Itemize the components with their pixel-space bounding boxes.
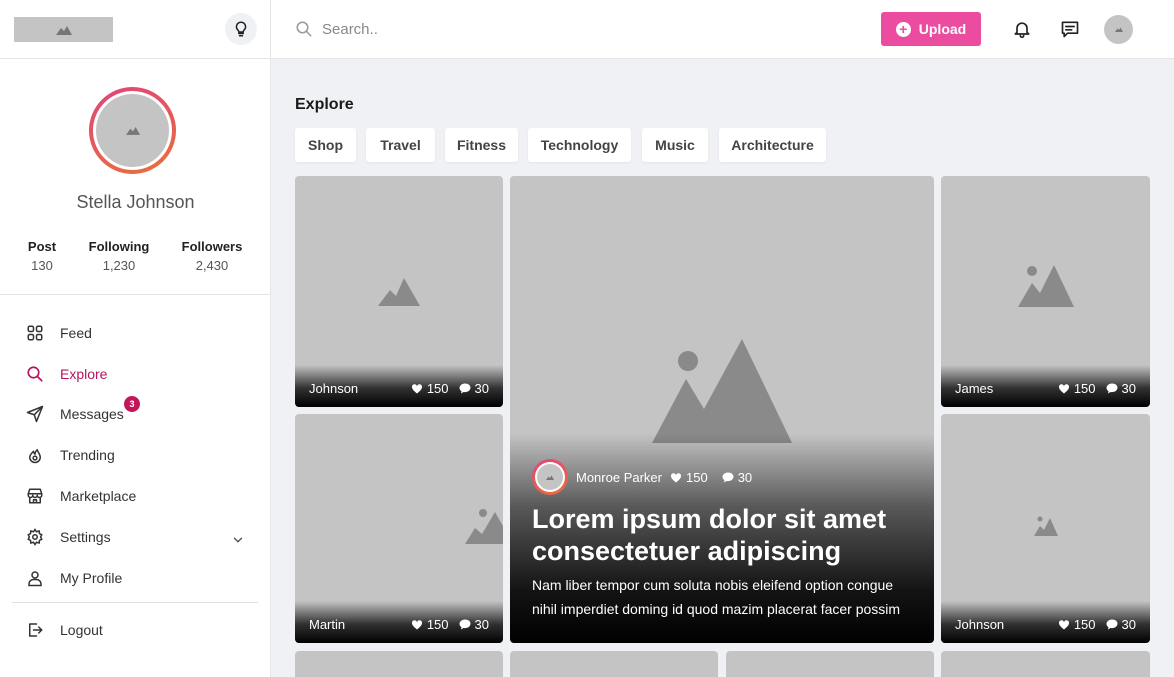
divider bbox=[0, 294, 270, 295]
logo[interactable] bbox=[14, 17, 113, 42]
comments-count: 30 bbox=[1121, 381, 1136, 396]
sidebar-item-label: Trending bbox=[60, 447, 115, 463]
stat-followers: Followers 2,430 bbox=[177, 239, 247, 273]
upload-label: Upload bbox=[918, 21, 967, 37]
stat-value: 1,230 bbox=[102, 258, 136, 273]
category-chip[interactable]: Shop bbox=[295, 128, 356, 162]
chevron-down-icon[interactable] bbox=[231, 533, 245, 547]
image-placeholder-icon bbox=[941, 514, 1150, 538]
featured-description: Nam liber tempor cum soluta nobis eleife… bbox=[532, 577, 901, 617]
stat-following: Following 1,230 bbox=[84, 239, 154, 273]
card-author: Johnson bbox=[309, 381, 359, 396]
comment-icon bbox=[722, 472, 734, 482]
page-title: Explore bbox=[295, 96, 354, 113]
explore-card[interactable]: James 150 30 bbox=[941, 176, 1150, 407]
card-author: Martin bbox=[309, 617, 346, 632]
sidebar-item-marketplace[interactable]: Marketplace bbox=[26, 484, 136, 508]
sidebar-item-messages[interactable]: Messages 3 bbox=[26, 396, 140, 426]
stat-value: 130 bbox=[31, 258, 53, 273]
heart-icon bbox=[670, 472, 681, 482]
explore-card[interactable] bbox=[295, 651, 503, 677]
sidebar-item-my-profile[interactable]: My Profile bbox=[26, 566, 122, 590]
top-bar: + Upload bbox=[0, 0, 1174, 59]
card-author: Johnson bbox=[955, 617, 1005, 632]
explore-card[interactable]: Johnson 150 30 bbox=[941, 414, 1150, 643]
comments-count: 30 bbox=[474, 381, 489, 396]
likes-count: 150 bbox=[685, 469, 708, 485]
logout-button[interactable]: Logout bbox=[26, 618, 103, 642]
chat-icon[interactable] bbox=[1060, 19, 1080, 39]
heart-icon bbox=[411, 620, 422, 630]
image-placeholder-icon bbox=[941, 264, 1150, 308]
explore-card[interactable] bbox=[941, 651, 1150, 677]
featured-card[interactable]: Monroe Parker 150 30 Lorem ipsum dolor s… bbox=[510, 176, 934, 643]
upload-button[interactable]: + Upload bbox=[881, 12, 981, 46]
comments-count: 30 bbox=[474, 617, 489, 632]
explore-card[interactable]: Johnson 150 30 bbox=[295, 176, 503, 407]
sidebar-item-label: Explore bbox=[60, 366, 108, 382]
stat-label: Followers bbox=[181, 239, 243, 254]
featured-author-name[interactable]: Monroe Parker bbox=[576, 470, 662, 485]
card-author: James bbox=[955, 381, 994, 396]
divider bbox=[270, 0, 271, 59]
plus-icon: + bbox=[895, 21, 911, 37]
sidebar-item-label: Settings bbox=[60, 529, 111, 545]
likes-count: 150 bbox=[426, 381, 449, 396]
stat-posts: Post 130 bbox=[22, 239, 62, 273]
avatar[interactable] bbox=[1104, 15, 1133, 44]
heart-icon bbox=[411, 384, 422, 394]
likes-count: 150 bbox=[426, 617, 449, 632]
category-chip[interactable]: Technology bbox=[528, 128, 631, 162]
heart-icon bbox=[1058, 620, 1069, 630]
image-placeholder-icon bbox=[465, 506, 503, 546]
search-icon bbox=[295, 20, 313, 38]
comment-icon bbox=[459, 619, 471, 630]
sidebar-item-label: Messages bbox=[60, 406, 124, 422]
logout-label: Logout bbox=[60, 622, 103, 638]
sidebar-item-explore[interactable]: Explore bbox=[26, 362, 107, 386]
category-chip[interactable]: Fitness bbox=[445, 128, 518, 162]
search-input[interactable] bbox=[322, 15, 722, 43]
user-icon bbox=[26, 569, 44, 587]
featured-author: Monroe Parker 150 30 bbox=[532, 459, 752, 495]
comments-count: 30 bbox=[737, 469, 753, 485]
heart-icon bbox=[1058, 384, 1069, 394]
likes-count: 150 bbox=[1073, 381, 1096, 396]
divider bbox=[12, 602, 258, 603]
sidebar-item-feed[interactable]: Feed bbox=[26, 321, 92, 345]
sidebar-item-label: Feed bbox=[60, 325, 92, 341]
store-icon bbox=[26, 487, 44, 505]
send-icon bbox=[26, 405, 44, 423]
sidebar-item-trending[interactable]: Trending bbox=[26, 443, 115, 467]
likes-count: 150 bbox=[1073, 617, 1096, 632]
comment-icon bbox=[1106, 383, 1118, 394]
search-icon bbox=[26, 365, 44, 383]
comments-count: 30 bbox=[1121, 617, 1136, 632]
messages-badge: 3 bbox=[124, 396, 140, 412]
stat-value: 2,430 bbox=[195, 258, 229, 273]
featured-title[interactable]: Lorem ipsum dolor sit amet consectetuer … bbox=[532, 503, 912, 567]
fire-icon bbox=[26, 446, 44, 464]
stat-label: Following bbox=[88, 239, 150, 254]
gear-icon bbox=[26, 528, 44, 546]
profile-name: Stella Johnson bbox=[76, 192, 195, 212]
sidebar-item-label: Marketplace bbox=[60, 488, 137, 504]
stat-label: Post bbox=[27, 239, 57, 254]
comment-icon bbox=[1106, 619, 1118, 630]
category-chip[interactable]: Music bbox=[642, 128, 708, 162]
profile-avatar[interactable] bbox=[89, 87, 176, 174]
explore-card[interactable] bbox=[510, 651, 718, 677]
explore-card[interactable]: Martin 150 30 bbox=[295, 414, 503, 643]
comment-icon bbox=[459, 383, 471, 394]
logout-icon bbox=[26, 621, 44, 639]
avatar[interactable] bbox=[532, 459, 568, 495]
category-chip[interactable]: Travel bbox=[366, 128, 435, 162]
lightbulb-icon[interactable] bbox=[225, 13, 257, 45]
category-chip[interactable]: Architecture bbox=[719, 128, 826, 162]
grid-icon bbox=[26, 324, 44, 342]
sidebar-item-label: My Profile bbox=[60, 570, 123, 586]
explore-card[interactable] bbox=[726, 651, 934, 677]
bell-icon[interactable] bbox=[1012, 19, 1032, 39]
sidebar-item-settings[interactable]: Settings bbox=[26, 525, 111, 549]
